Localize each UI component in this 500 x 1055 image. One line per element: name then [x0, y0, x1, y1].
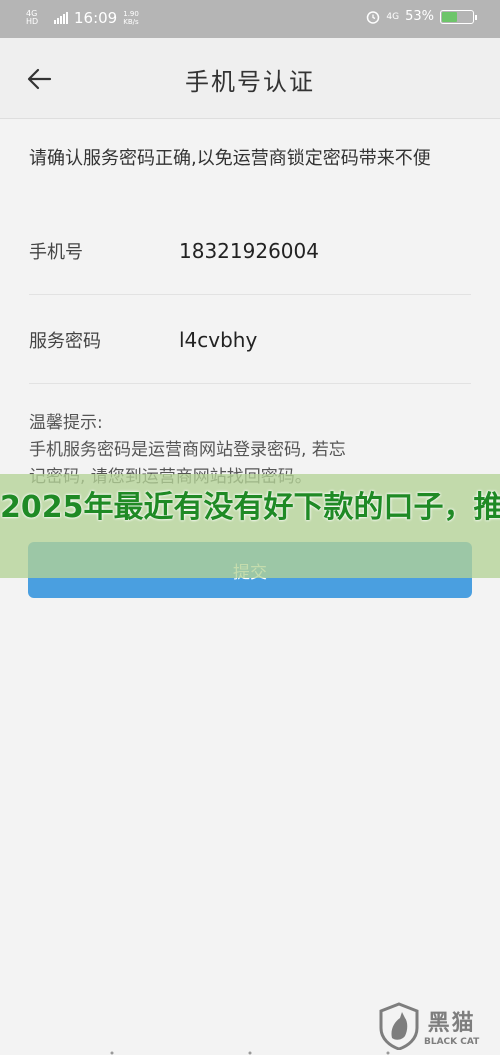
password-row[interactable]: 服务密码 l4cvbhy — [29, 310, 471, 370]
password-notice: 请确认服务密码正确,以免运营商锁定密码带来不便 — [29, 148, 431, 169]
app-header: 手机号认证 — [0, 38, 500, 119]
phone-row: 手机号 18321926004 — [29, 221, 471, 281]
tips-title: 温馨提示: — [29, 413, 103, 433]
network-type-right: 4G — [386, 11, 400, 22]
ad-banner[interactable]: 2025年最近有没有好下款的口子，推荐五个最新征 — [0, 474, 500, 578]
phone-label: 手机号 — [29, 242, 83, 263]
watermark-text: 黑猫 BLACK CAT — [424, 1005, 479, 1047]
status-left: 4G HD 16:09 1.90 KB/s — [26, 9, 143, 27]
page-title: 手机号认证 — [185, 68, 315, 96]
ad-text: 2025年最近有没有好下款的口子，推荐五个最新征 — [0, 490, 500, 525]
tips-line: 手机服务密码是运营商网站登录密码, 若忘 — [29, 440, 346, 460]
alarm-icon — [367, 10, 380, 24]
bottom-indicator — [110, 1051, 390, 1055]
watermark-logo: 黑猫 BLACK CAT — [378, 1000, 488, 1052]
divider — [29, 294, 471, 295]
battery-fill — [442, 11, 457, 22]
clock: 16:09 — [74, 9, 118, 27]
black-cat-logo-icon — [379, 1002, 419, 1050]
watermark-cn: 黑猫 — [427, 1011, 476, 1036]
divider — [29, 383, 471, 384]
phone-value: 18321926004 — [179, 239, 319, 263]
status-bar: 4G HD 16:09 1.90 KB/s 4G 53% — [0, 0, 500, 38]
password-input[interactable]: l4cvbhy — [179, 328, 257, 352]
battery-percent: 53% — [405, 9, 434, 24]
network-type: 4G HD — [26, 9, 39, 26]
net-speed: 1.90 KB/s — [123, 10, 139, 26]
password-label: 服务密码 — [29, 331, 101, 352]
battery-icon — [440, 9, 477, 24]
status-right: 4G 53% — [366, 9, 477, 24]
signal-icon — [54, 12, 68, 24]
